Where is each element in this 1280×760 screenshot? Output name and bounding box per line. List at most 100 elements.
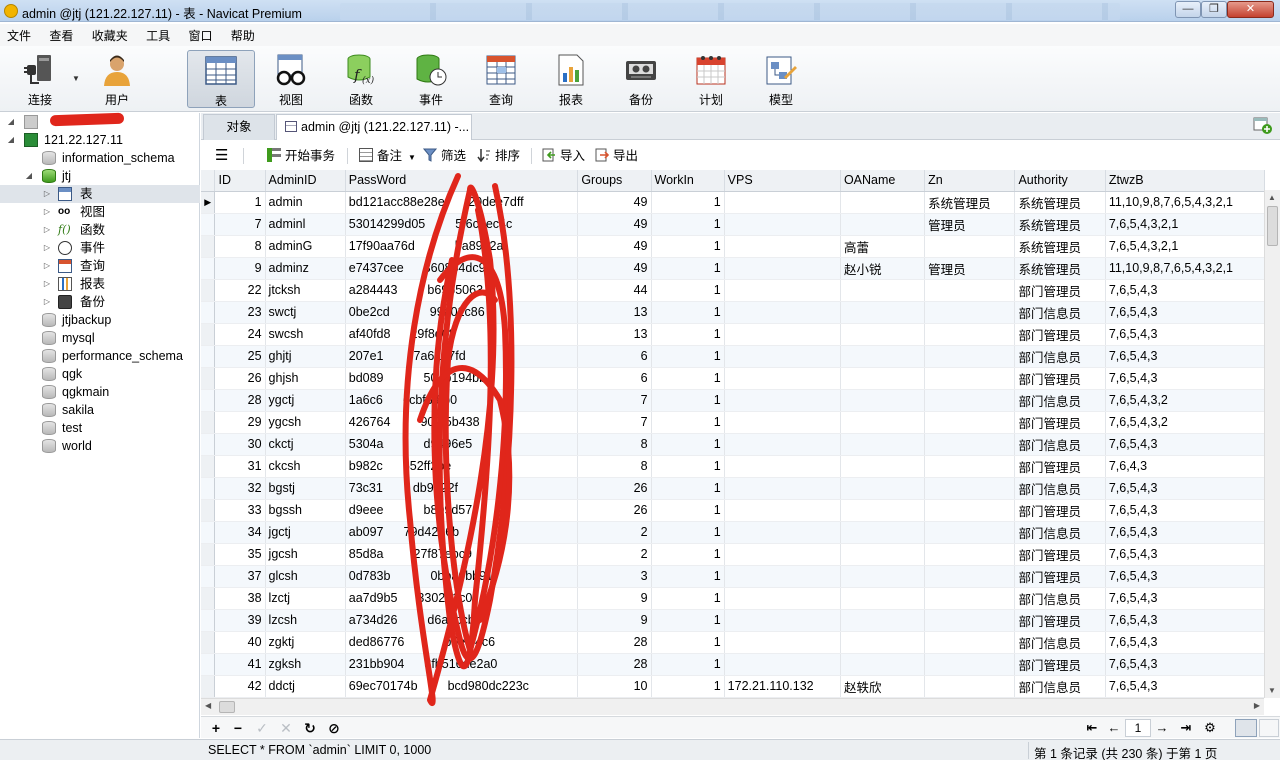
cell-password[interactable]: e7437cee 360884dc9 — [345, 257, 579, 280]
apply-changes-button[interactable]: ✓ — [253, 719, 271, 737]
nav-db-jtjbackup[interactable]: jtjbackup — [0, 311, 200, 329]
cell-authority[interactable]: 部门管理员 — [1014, 279, 1106, 302]
table-row[interactable]: 24 swcsh af40fd8 29f8d08 13 1 部门管理员 7,6,5,4,3 — [201, 323, 1265, 346]
cell-id[interactable]: 28 — [214, 389, 266, 412]
row-indicator[interactable] — [201, 433, 216, 456]
nav-connection[interactable]: ◢ 121.22.127.11 — [0, 131, 200, 149]
horizontal-scrollbar[interactable]: ◀ ▶ — [201, 698, 1264, 715]
cell-oaname[interactable] — [840, 213, 926, 236]
cell-groups[interactable]: 49 — [577, 213, 652, 236]
last-page-button[interactable]: ⇥ — [1177, 719, 1195, 737]
connect-dropdown-arrow[interactable]: ▼ — [72, 74, 80, 83]
cell-groups[interactable]: 3 — [577, 565, 652, 588]
cell-adminid[interactable]: lzctj — [265, 587, 346, 610]
cell-ztwzb[interactable]: 7,6,5,4,3,2 — [1105, 411, 1265, 434]
cell-password[interactable]: 231bb904 8fb516de2a0 — [345, 653, 579, 676]
cell-adminid[interactable]: jgcsh — [265, 543, 346, 566]
cell-password[interactable]: 69ec70174b bcd980dc223c — [345, 675, 579, 698]
cell-password[interactable]: 0be2cd 99a02c86 — [345, 301, 579, 324]
delete-record-button[interactable]: − — [229, 719, 247, 737]
cell-oaname[interactable] — [840, 191, 926, 214]
expand-arrow-icon[interactable]: ▷ — [42, 185, 52, 203]
cell-zn[interactable] — [924, 521, 1016, 544]
cell-adminid[interactable]: jtcksh — [265, 279, 346, 302]
table-row[interactable]: ▶ 1 admin bd121acc88e28e f20dee7dff 49 1 系统管理员系… — [201, 191, 1265, 214]
cell-groups[interactable]: 2 — [577, 543, 652, 566]
cell-oaname[interactable] — [840, 433, 926, 456]
cell-workin[interactable]: 1 — [651, 587, 725, 610]
cell-workin[interactable]: 1 — [651, 455, 725, 478]
backup-button[interactable]: 备份 — [607, 50, 675, 108]
cell-workin[interactable]: 1 — [651, 521, 725, 544]
cell-oaname[interactable] — [840, 411, 926, 434]
cell-id[interactable]: 7 — [214, 213, 266, 236]
collapse-arrow-icon[interactable]: ◢ — [6, 113, 16, 131]
cell-zn[interactable] — [924, 279, 1016, 302]
nav-connection-redacted[interactable]: ◢ — [0, 112, 200, 131]
export-button[interactable]: 导出 — [595, 146, 638, 166]
table-row[interactable]: 39 lzcsh a734d26 d6a7ccb5 9 1 部门管理员 7,6,5,4,3 — [201, 609, 1265, 632]
cell-workin[interactable]: 1 — [651, 433, 725, 456]
nav-db-sakila[interactable]: sakila — [0, 401, 200, 419]
cell-workin[interactable]: 1 — [651, 565, 725, 588]
cell-authority[interactable]: 部门管理员 — [1014, 609, 1106, 632]
cell-zn[interactable] — [924, 345, 1016, 368]
cell-workin[interactable]: 1 — [651, 411, 725, 434]
cell-workin[interactable]: 1 — [651, 653, 725, 676]
cell-oaname[interactable] — [840, 631, 926, 654]
cell-zn[interactable] — [924, 235, 1016, 258]
cell-vps[interactable] — [724, 367, 841, 390]
row-indicator[interactable] — [201, 675, 216, 698]
cell-oaname[interactable]: 赵轶欣 — [840, 675, 926, 698]
column-header-id[interactable]: ID — [214, 170, 266, 192]
cell-authority[interactable]: 部门信息员 — [1014, 587, 1106, 610]
cell-id[interactable]: 25 — [214, 345, 266, 368]
cell-authority[interactable]: 部门信息员 — [1014, 433, 1106, 456]
stop-button[interactable]: ⊘ — [325, 719, 343, 737]
cell-zn[interactable] — [924, 609, 1016, 632]
nav-item-views[interactable]: ▷ oo 视图 — [0, 203, 200, 221]
memo-button[interactable]: 备注 ▼ — [359, 146, 416, 166]
close-button[interactable]: ✕ — [1227, 1, 1274, 18]
horizontal-scroll-thumb[interactable] — [219, 701, 235, 713]
cell-adminid[interactable]: ygcsh — [265, 411, 346, 434]
cell-vps[interactable] — [724, 191, 841, 214]
maximize-button[interactable]: ❐ — [1201, 1, 1227, 18]
cell-id[interactable]: 41 — [214, 653, 266, 676]
cell-password[interactable]: bd121acc88e28e f20dee7dff — [345, 191, 579, 214]
cell-password[interactable]: d9eee b809d57 — [345, 499, 579, 522]
cell-groups[interactable]: 28 — [577, 631, 652, 654]
cell-ztwzb[interactable]: 7,6,5,4,3 — [1105, 565, 1265, 588]
cell-groups[interactable]: 49 — [577, 257, 652, 280]
column-header-zn[interactable]: Zn — [924, 170, 1016, 192]
cell-ztwzb[interactable]: 7,6,5,4,3 — [1105, 345, 1265, 368]
cell-password[interactable]: 426764 902f5b438 — [345, 411, 579, 434]
cell-zn[interactable]: 系统管理员 — [924, 191, 1016, 214]
cell-id[interactable]: 23 — [214, 301, 266, 324]
cell-vps[interactable] — [724, 521, 841, 544]
table-row[interactable]: 8 adminG 17f90aa76d ba89a2a 49 1 高蕾 系统管理员 7,6,5,… — [201, 235, 1265, 258]
cell-zn[interactable] — [924, 543, 1016, 566]
cell-groups[interactable]: 2 — [577, 521, 652, 544]
cell-vps[interactable] — [724, 411, 841, 434]
form-view-icon[interactable] — [1259, 719, 1279, 737]
cell-vps[interactable] — [724, 345, 841, 368]
cell-oaname[interactable] — [840, 323, 926, 346]
cell-workin[interactable]: 1 — [651, 301, 725, 324]
row-indicator[interactable] — [201, 521, 216, 544]
cell-password[interactable]: b982c 652ff2be — [345, 455, 579, 478]
cell-ztwzb[interactable]: 7,6,5,4,3 — [1105, 543, 1265, 566]
row-indicator[interactable] — [201, 499, 216, 522]
cell-id[interactable]: 9 — [214, 257, 266, 280]
cell-groups[interactable]: 26 — [577, 477, 652, 500]
query-button[interactable]: 查询 — [467, 50, 535, 108]
cell-id[interactable]: 30 — [214, 433, 266, 456]
cell-oaname[interactable] — [840, 389, 926, 412]
cell-groups[interactable]: 8 — [577, 455, 652, 478]
cell-adminid[interactable]: jgctj — [265, 521, 346, 544]
cell-authority[interactable]: 部门管理员 — [1014, 411, 1106, 434]
cell-oaname[interactable] — [840, 499, 926, 522]
nav-item-reports[interactable]: ▷ 报表 — [0, 275, 200, 293]
tab-objects[interactable]: 对象 — [203, 114, 275, 140]
row-indicator[interactable] — [201, 477, 216, 500]
